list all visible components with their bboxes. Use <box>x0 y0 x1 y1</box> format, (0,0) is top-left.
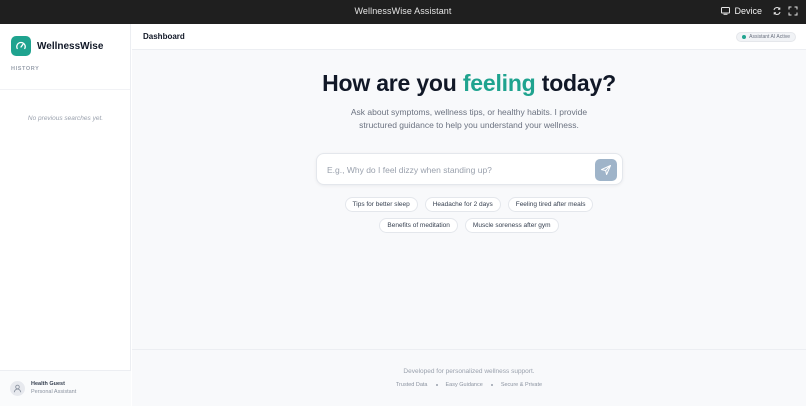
monitor-icon <box>721 7 731 15</box>
footer-link-secure-private: Secure & Private <box>500 382 543 388</box>
send-icon <box>601 165 611 175</box>
send-button[interactable] <box>595 159 617 181</box>
footer-separator <box>435 384 438 386</box>
hero-title-accent: feeling <box>462 70 536 96</box>
user-role: Personal Assistant <box>31 389 77 395</box>
footer-links: Trusted Data Easy Guidance Secure & Priv… <box>132 382 806 388</box>
history-empty-message: No previous searches yet. <box>27 115 104 122</box>
status-badge: Assistant AI Active <box>736 32 796 42</box>
main-content: Dashboard Assistant AI Active How are yo… <box>132 24 806 406</box>
search-input[interactable] <box>327 162 587 178</box>
hero-title-start: How are you <box>322 70 463 96</box>
user-profile[interactable]: Health Guest Personal Assistant <box>0 370 131 406</box>
suggestion-chip[interactable]: Feeling tired after meals <box>507 197 594 212</box>
status-dot-icon <box>742 35 747 39</box>
brand[interactable]: WellnessWise <box>11 36 103 56</box>
user-icon <box>10 381 25 396</box>
history-divider <box>0 89 130 90</box>
device-label: Device <box>734 6 762 16</box>
footer-separator <box>490 384 493 386</box>
footer-link-trusted-data: Trusted Data <box>395 382 428 388</box>
search-box <box>316 153 623 185</box>
sidebar: WellnessWise HISTORY No previous searche… <box>0 24 131 406</box>
status-text: Assistant AI Active <box>749 34 790 40</box>
gauge-icon <box>11 36 31 56</box>
hero-subtitle: Ask about symptoms, wellness tips, or he… <box>350 107 588 130</box>
suggestion-chip[interactable]: Headache for 2 days <box>424 197 501 212</box>
suggestion-chip[interactable]: Tips for better sleep <box>344 197 418 212</box>
footer-link-easy-guidance: Easy Guidance <box>445 382 483 388</box>
footer-text: Developed for personalized wellness supp… <box>403 368 535 375</box>
fullscreen-icon[interactable] <box>788 6 798 16</box>
app-window: WellnessWise HISTORY No previous searche… <box>0 24 806 406</box>
window-titlebar: WellnessWise Assistant Device <box>0 0 806 24</box>
page-title: Dashboard <box>143 32 185 41</box>
refresh-icon[interactable] <box>772 6 782 16</box>
window-title: WellnessWise Assistant <box>354 6 452 16</box>
page-header: Dashboard Assistant AI Active <box>132 24 806 50</box>
history-label: HISTORY <box>11 66 40 72</box>
suggestion-row: Benefits of meditation Muscle soreness a… <box>132 218 806 233</box>
user-name: Health Guest <box>31 381 65 387</box>
suggestion-row: Tips for better sleep Headache for 2 day… <box>132 197 806 212</box>
suggestion-chip[interactable]: Muscle soreness after gym <box>464 218 559 233</box>
suggestion-chip[interactable]: Benefits of meditation <box>379 218 458 233</box>
hero-title: How are you feeling today? <box>132 70 806 97</box>
device-toggle[interactable]: Device <box>721 6 762 16</box>
page-footer: Developed for personalized wellness supp… <box>132 349 806 406</box>
brand-name: WellnessWise <box>37 40 104 52</box>
hero-title-end: today? <box>535 70 616 96</box>
